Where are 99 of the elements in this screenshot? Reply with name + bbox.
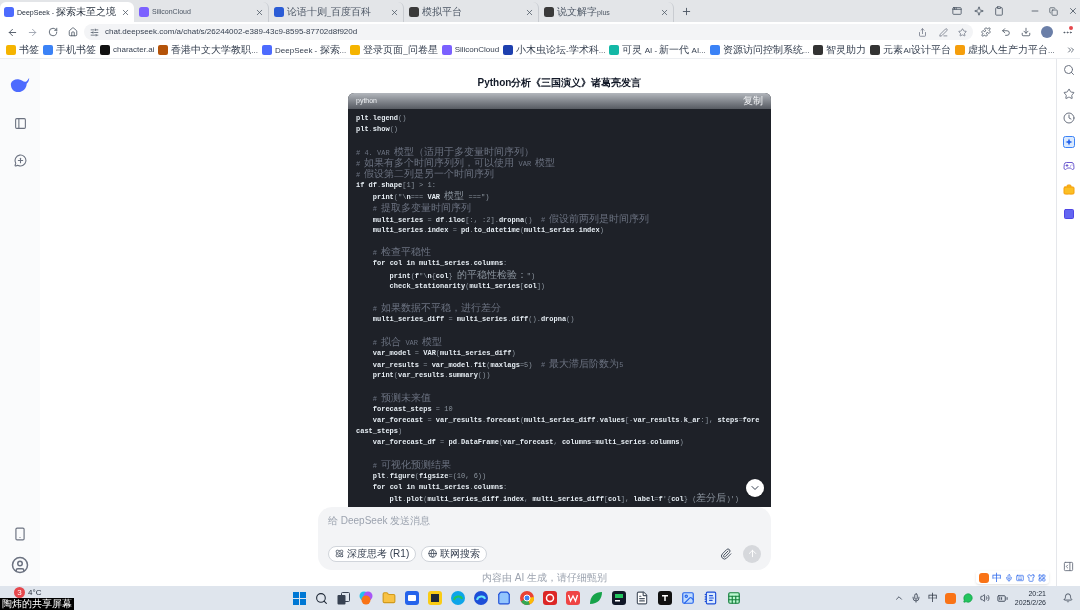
bookmark-item[interactable]: DeepSeek - 探索... — [262, 43, 347, 57]
close-tab-icon[interactable] — [660, 7, 669, 17]
panel-icon[interactable] — [1063, 561, 1074, 572]
message-input[interactable]: 给 DeepSeek 发送消息 — [328, 513, 548, 528]
sliders-icon[interactable] — [90, 27, 99, 37]
mic-icon[interactable] — [1005, 573, 1013, 582]
speaker-icon[interactable] — [979, 593, 990, 603]
forward-arrow-icon[interactable] — [27, 26, 38, 38]
app-tile-icon[interactable] — [566, 591, 580, 605]
bookmark-item[interactable]: 小木虫论坛-学术科... — [503, 43, 606, 57]
close-icon[interactable] — [1068, 6, 1078, 16]
square-icon[interactable] — [1062, 208, 1075, 220]
browser-icon[interactable] — [451, 591, 465, 605]
ime-indicator[interactable]: 中 — [927, 592, 938, 604]
clock-icon[interactable] — [1062, 112, 1075, 124]
copy-button[interactable]: 复制 — [743, 95, 763, 107]
notification-badge: 3 — [14, 587, 25, 598]
star-icon[interactable] — [958, 27, 967, 37]
scroll-down-button[interactable] — [746, 478, 764, 497]
task-view-icon[interactable] — [337, 591, 350, 605]
user-avatar-icon[interactable] — [11, 556, 29, 574]
arrow-up-icon — [746, 548, 758, 560]
ime-logo-icon[interactable] — [979, 572, 989, 583]
bookmark-item[interactable]: 书签 — [6, 43, 39, 57]
home-icon[interactable] — [68, 27, 78, 37]
star-icon[interactable] — [1062, 88, 1075, 100]
keyboard-icon[interactable] — [1016, 573, 1024, 582]
browser-icon[interactable] — [520, 591, 534, 605]
app-tile-icon[interactable] — [658, 591, 672, 605]
atom-icon — [335, 549, 344, 559]
mic-icon[interactable] — [910, 593, 921, 603]
windows-logo-icon[interactable] — [293, 591, 306, 605]
chat-icon[interactable] — [962, 593, 973, 603]
leaf-icon[interactable] — [589, 591, 603, 605]
close-tab-icon[interactable] — [121, 7, 130, 17]
battery-icon[interactable] — [996, 592, 1008, 604]
briefcase-icon[interactable] — [1062, 184, 1075, 196]
gamepad-icon[interactable] — [1062, 160, 1075, 172]
puzzle-icon[interactable] — [981, 27, 991, 37]
paperclip-icon[interactable] — [720, 547, 732, 560]
bookmark-item[interactable]: 资源访问控制系统... — [709, 43, 810, 57]
folder-icon[interactable] — [382, 591, 396, 605]
bookmark-item[interactable]: 登录页面_问卷星 — [350, 43, 438, 57]
image-icon[interactable] — [681, 591, 695, 605]
bookmark-item[interactable]: character.ai — [100, 44, 155, 56]
restore-icon[interactable] — [1049, 6, 1058, 16]
disclaimer-text: 内容由 AI 生成，请仔细甄别 — [482, 571, 607, 584]
shopping-bag-icon[interactable] — [497, 591, 511, 605]
share-icon[interactable] — [918, 27, 927, 37]
globe-icon — [428, 549, 438, 559]
chevron-up-icon[interactable] — [893, 593, 904, 603]
weather-temp[interactable]: 4°C — [28, 587, 42, 598]
reload-icon[interactable] — [48, 27, 58, 37]
pen-icon[interactable] — [939, 27, 948, 37]
bookmark-item[interactable]: 元素AI设计平台 — [870, 43, 951, 57]
composer-toggle[interactable]: 深度思考 (R1) — [328, 545, 417, 562]
browser-icon[interactable] — [474, 591, 488, 605]
app-tile-icon[interactable] — [612, 591, 626, 605]
composer-toggle[interactable]: 联网搜索 — [421, 545, 488, 562]
bookmark-item[interactable]: SiliconCloud — [441, 44, 500, 56]
app-tile-icon[interactable] — [543, 591, 557, 605]
close-tab-icon[interactable] — [525, 7, 534, 17]
bookmark-item[interactable]: 智灵助力 — [813, 43, 867, 57]
notification-icon[interactable] — [1063, 593, 1073, 603]
sidebar-panel-icon[interactable] — [13, 117, 27, 130]
notification-dot-icon — [1069, 25, 1073, 30]
swirl-icon[interactable] — [359, 591, 373, 605]
search-icon[interactable] — [315, 591, 328, 605]
ime-logo-icon[interactable] — [944, 592, 956, 604]
download-icon[interactable] — [1021, 27, 1031, 37]
close-tab-icon[interactable] — [390, 7, 399, 17]
back-arrow-icon[interactable] — [7, 26, 18, 38]
avatar-icon[interactable] — [1041, 26, 1053, 38]
whale-logo-icon[interactable] — [10, 77, 30, 93]
bookmark-item[interactable]: 香港中文大学教职... — [158, 43, 259, 57]
ime-mode[interactable]: 中 — [992, 571, 1002, 584]
address-field[interactable]: chat.deepseek.com/a/chat/s/26244002-e389-43c9-8595-87702d8f920d — [84, 24, 973, 40]
shirt-icon[interactable] — [1027, 573, 1035, 582]
grid-icon[interactable] — [1038, 573, 1046, 582]
sparkle-tile-icon[interactable] — [1062, 136, 1075, 148]
document-icon[interactable] — [635, 591, 649, 605]
notepad-icon[interactable] — [704, 591, 718, 605]
chevrons-right-icon[interactable] — [1066, 45, 1076, 55]
phone-icon[interactable] — [13, 527, 27, 541]
bookmark-item[interactable]: 虚拟人生产力平台... — [955, 43, 1055, 57]
new-tab-icon[interactable] — [681, 6, 692, 17]
bookmark-item[interactable]: 可灵 AI - 新一代 AI... — [609, 43, 706, 57]
clipboard-icon[interactable] — [994, 6, 1004, 16]
bookmark-item[interactable]: 手机书签 — [43, 43, 96, 57]
close-tab-icon[interactable] — [255, 7, 264, 17]
note-icon[interactable] — [428, 591, 442, 605]
app-tile-icon[interactable] — [405, 591, 419, 605]
app-window-icon[interactable] — [952, 6, 962, 16]
new-chat-icon[interactable] — [13, 154, 27, 167]
undo-icon[interactable] — [1001, 27, 1011, 37]
chat-title: Python分析《三国演义》诸葛亮发言 — [477, 76, 642, 89]
sparkle-icon[interactable] — [974, 6, 984, 16]
spreadsheet-icon[interactable] — [727, 591, 741, 605]
share-label: 陶炜的共享屏幕 — [0, 598, 74, 610]
